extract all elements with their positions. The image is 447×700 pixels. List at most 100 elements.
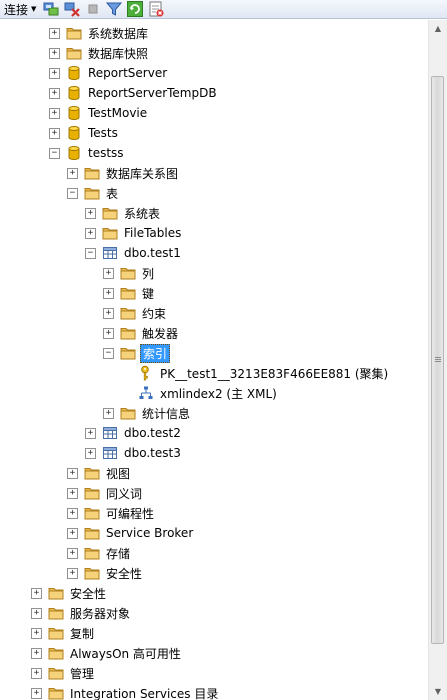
- expand-icon[interactable]: +: [49, 67, 60, 79]
- collapse-icon[interactable]: −: [85, 247, 96, 259]
- tree-node-integration-services[interactable]: + Integration Services 目录: [31, 683, 220, 700]
- tree-node-tests[interactable]: + Tests: [49, 123, 120, 143]
- object-explorer-tree[interactable]: + 系统数据库 + 数据库快照 + ReportServer + ReportServerTe…: [0, 20, 428, 700]
- folder-icon: [48, 665, 64, 681]
- collapse-icon[interactable]: −: [49, 147, 60, 159]
- database-icon: [66, 65, 82, 81]
- expand-icon[interactable]: +: [49, 27, 60, 39]
- tree-node-testss[interactable]: − testss: [49, 143, 126, 163]
- tree-node-label: ReportServerTempDB: [88, 86, 217, 100]
- tree-node-node[interactable]: + 服务器对象: [31, 603, 132, 623]
- tree-node-xmlindex2-xml[interactable]: xmlindex2 (主 XML): [121, 383, 279, 403]
- folder-icon: [66, 45, 82, 61]
- tree-node-node[interactable]: + 同义词: [67, 483, 144, 503]
- tree-node-service-broker[interactable]: + Service Broker: [67, 523, 195, 543]
- database-icon: [66, 125, 82, 141]
- expand-icon[interactable]: +: [31, 687, 42, 699]
- tree-node-node[interactable]: + 触发器: [103, 323, 180, 343]
- tree-node-reportservertempdb[interactable]: + ReportServerTempDB: [49, 83, 219, 103]
- folder-icon: [48, 625, 64, 641]
- connect-button[interactable]: 连接 ▼: [0, 0, 38, 18]
- tree-node-label: 索引: [140, 343, 171, 363]
- expand-icon[interactable]: +: [85, 447, 96, 459]
- tree-node-node[interactable]: + 统计信息: [103, 403, 192, 423]
- expand-icon[interactable]: +: [67, 487, 78, 499]
- expand-icon[interactable]: +: [31, 627, 42, 639]
- folder-icon: [84, 165, 100, 181]
- collapse-icon[interactable]: −: [67, 187, 78, 199]
- expand-icon[interactable]: +: [49, 127, 60, 139]
- expand-icon[interactable]: +: [49, 87, 60, 99]
- tree-node-dbo-test1[interactable]: − dbo.test1: [85, 243, 183, 263]
- tree-node-label: 键: [142, 286, 155, 301]
- filter-icon[interactable]: [106, 1, 123, 17]
- tree-node-alwayson[interactable]: + AlwaysOn 高可用性: [31, 643, 183, 663]
- tree-node-label: 安全性: [106, 566, 143, 581]
- database-icon: [66, 145, 82, 161]
- disconnect-icon[interactable]: [64, 1, 81, 17]
- vertical-scrollbar[interactable]: ▲ ▼: [428, 20, 447, 700]
- scroll-up-icon[interactable]: ▲: [429, 20, 447, 37]
- folder-icon: [84, 565, 100, 581]
- connect-object-icon[interactable]: [43, 1, 59, 17]
- expand-icon[interactable]: +: [103, 287, 114, 299]
- stop-icon[interactable]: [85, 1, 101, 17]
- tree-node-label: 触发器: [142, 326, 179, 341]
- expand-icon[interactable]: +: [85, 207, 96, 219]
- folder-icon: [48, 585, 64, 601]
- collapse-icon[interactable]: −: [103, 347, 114, 359]
- tree-node-node[interactable]: + 可编程性: [67, 503, 156, 523]
- tree-node-node[interactable]: + 约束: [103, 303, 168, 323]
- folder-icon: [120, 285, 136, 301]
- tree-node-node[interactable]: + 视图: [67, 463, 132, 483]
- expand-icon[interactable]: +: [67, 467, 78, 479]
- expand-icon[interactable]: +: [85, 427, 96, 439]
- tree-node-pk-test1-3213e83f466ee881[interactable]: PK__test1__3213E83F466EE881 (聚集): [121, 363, 390, 383]
- tree-node-node[interactable]: + 键: [103, 283, 156, 303]
- tree-node-node[interactable]: − 索引: [103, 343, 171, 363]
- expand-icon[interactable]: +: [67, 567, 78, 579]
- expand-icon[interactable]: +: [67, 547, 78, 559]
- scroll-down-icon[interactable]: ▼: [429, 683, 447, 700]
- tree-node-node[interactable]: + 列: [103, 263, 156, 283]
- tree-node-dbo-test3[interactable]: + dbo.test3: [85, 443, 183, 463]
- tree-node-node[interactable]: − 表: [67, 183, 120, 203]
- tree-node-node[interactable]: + 安全性: [67, 563, 144, 583]
- expand-icon[interactable]: +: [67, 507, 78, 519]
- tree-node-node[interactable]: + 管理: [31, 663, 96, 683]
- tree-node-node[interactable]: + 数据库关系图: [67, 163, 180, 183]
- tree-node-reportserver[interactable]: + ReportServer: [49, 63, 169, 83]
- refresh-icon[interactable]: [127, 1, 144, 17]
- tree-node-node[interactable]: + 安全性: [31, 583, 108, 603]
- tree-node-testmovie[interactable]: + TestMovie: [49, 103, 149, 123]
- tree-node-dbo-test2[interactable]: + dbo.test2: [85, 423, 183, 443]
- tree-node-node[interactable]: + 复制: [31, 623, 96, 643]
- tree-node-node[interactable]: + 数据库快照: [49, 43, 150, 63]
- expand-icon[interactable]: +: [85, 227, 96, 239]
- expand-icon[interactable]: +: [49, 107, 60, 119]
- expand-icon[interactable]: +: [31, 667, 42, 679]
- tree-node-node[interactable]: + 系统数据库: [49, 23, 150, 43]
- expand-icon[interactable]: +: [103, 307, 114, 319]
- folder-icon: [84, 525, 100, 541]
- tree-node-label: 视图: [106, 466, 131, 481]
- tree-node-node[interactable]: + 系统表: [85, 203, 162, 223]
- folder-icon: [120, 305, 136, 321]
- expand-icon[interactable]: +: [103, 267, 114, 279]
- expand-icon[interactable]: +: [31, 587, 42, 599]
- tree-node-label: PK__test1__3213E83F466EE881 (聚集): [160, 366, 389, 381]
- expand-icon[interactable]: +: [31, 647, 42, 659]
- scrollbar-thumb[interactable]: [431, 76, 444, 644]
- expand-icon[interactable]: +: [103, 407, 114, 419]
- activity-monitor-icon[interactable]: [148, 1, 164, 17]
- tree-node-label: Tests: [88, 126, 118, 140]
- tree-node-node[interactable]: + 存储: [67, 543, 132, 563]
- expand-icon[interactable]: +: [103, 327, 114, 339]
- expand-icon[interactable]: +: [67, 167, 78, 179]
- expand-icon[interactable]: +: [67, 527, 78, 539]
- tree-node-label: 系统数据库: [88, 26, 149, 41]
- expand-icon[interactable]: +: [31, 607, 42, 619]
- folder-icon: [48, 645, 64, 661]
- tree-node-filetables[interactable]: + FileTables: [85, 223, 183, 243]
- expand-icon[interactable]: +: [49, 47, 60, 59]
